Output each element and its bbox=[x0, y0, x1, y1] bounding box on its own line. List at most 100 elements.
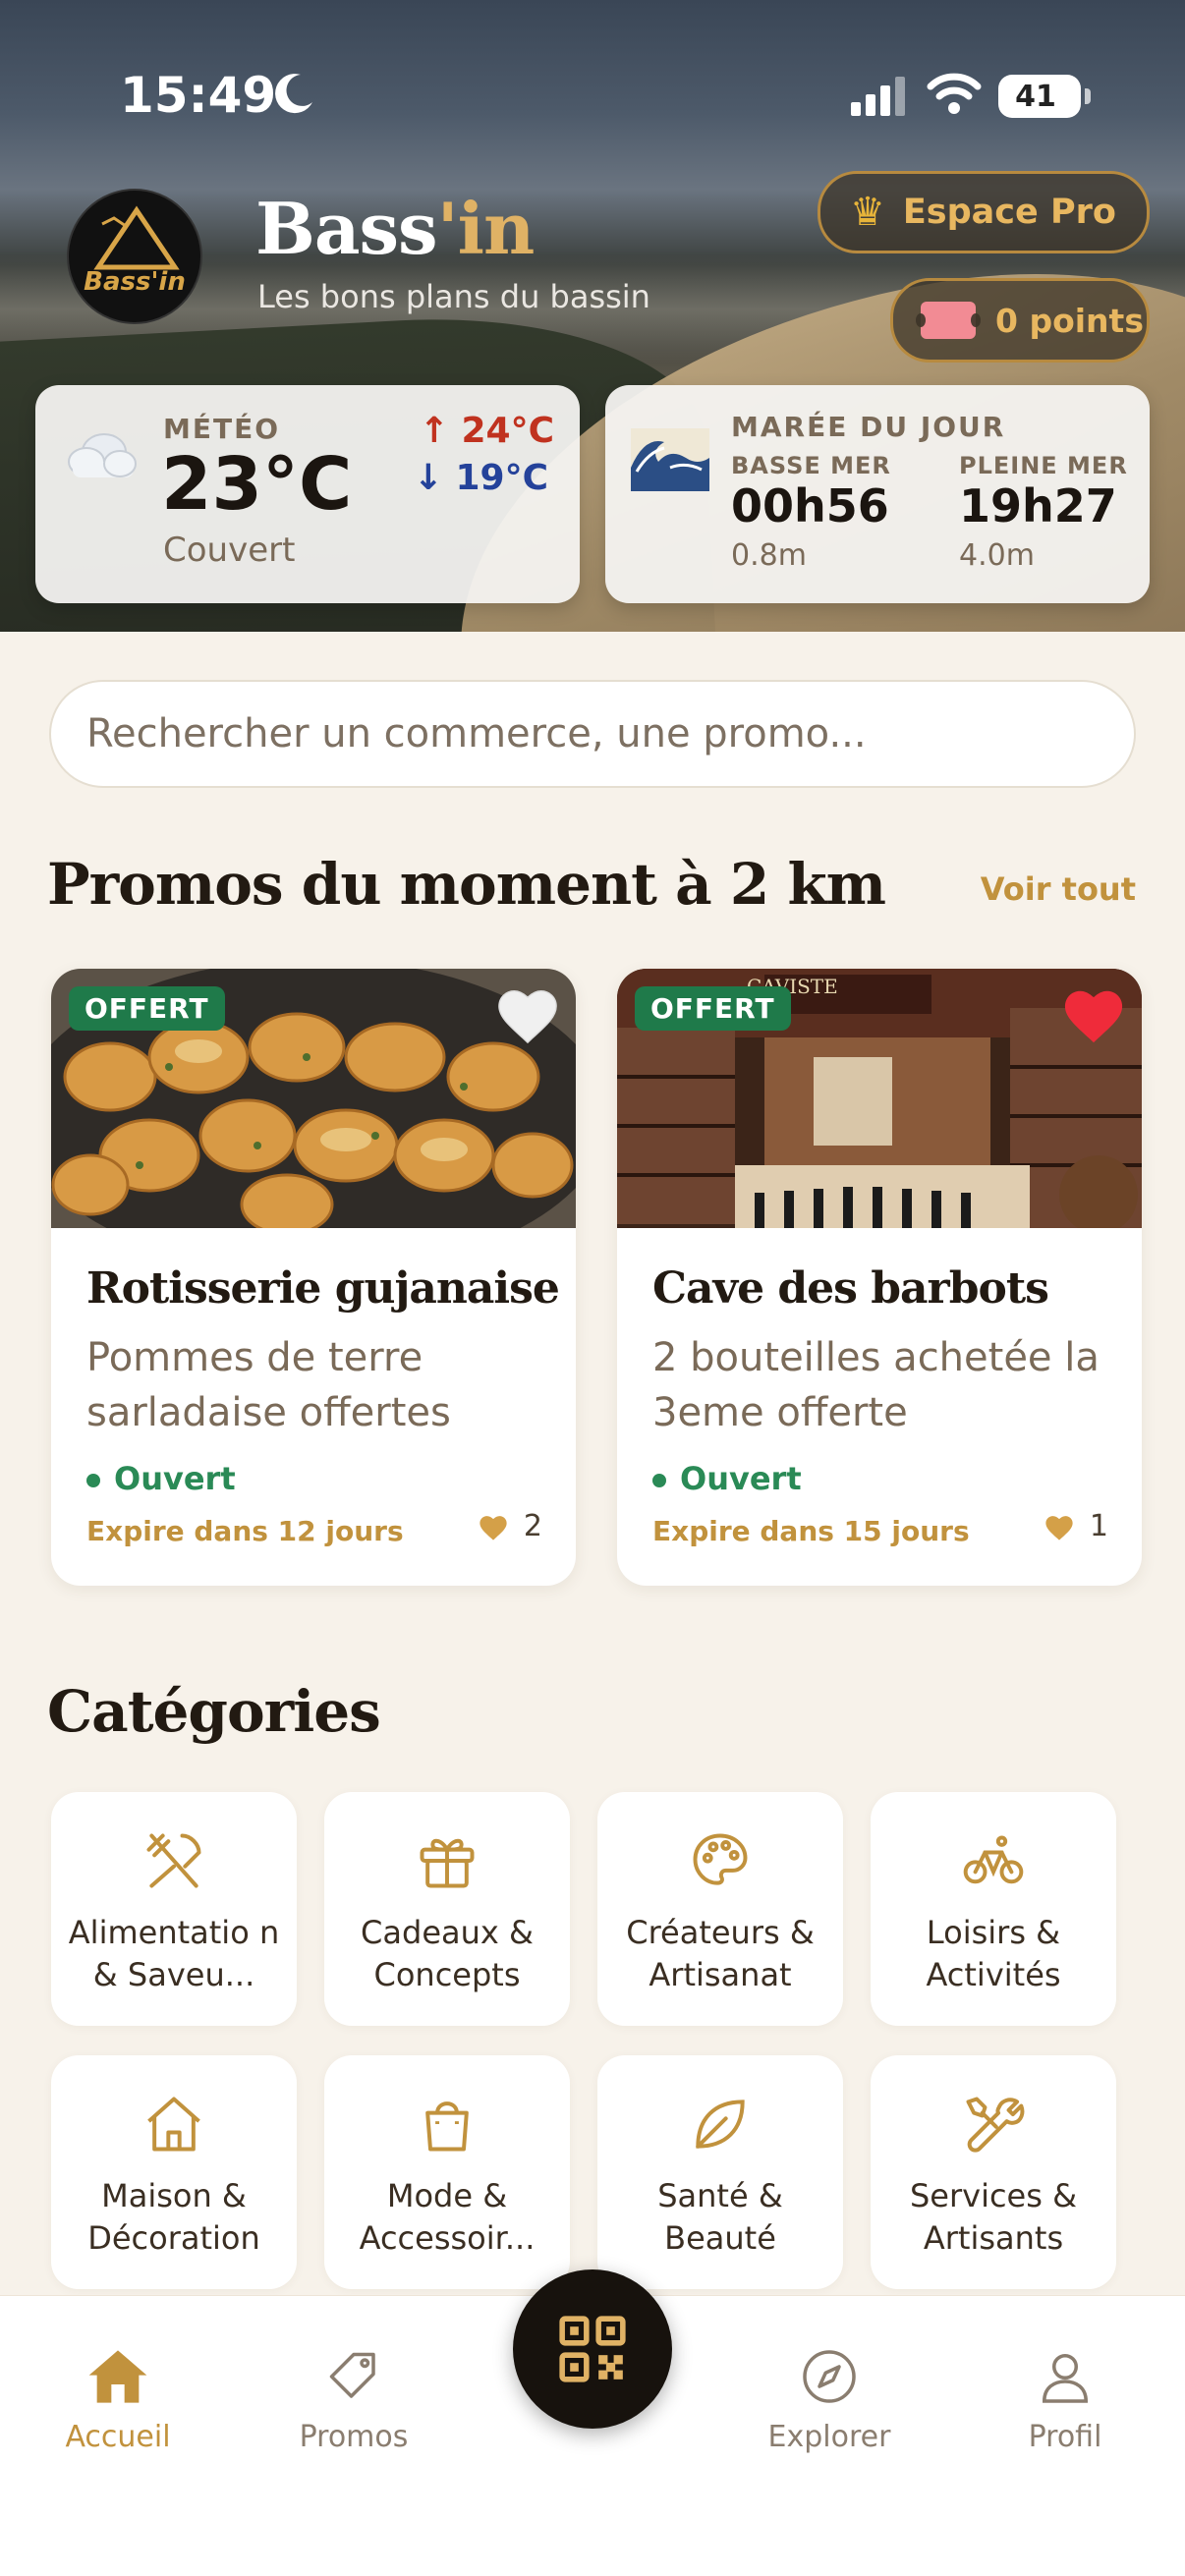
qr-code-icon bbox=[559, 2316, 626, 2382]
status-time: 15:49 bbox=[120, 67, 277, 124]
tab-profile-label: Profil bbox=[1028, 2420, 1102, 2454]
hero-banner: 15:49 41 Bass'in Bass'in Les bons plans … bbox=[0, 0, 1185, 632]
brand-accent: 'in bbox=[436, 187, 536, 270]
category-services[interactable]: Services & Artisants bbox=[871, 2055, 1116, 2289]
weather-label: MÉTÉO bbox=[163, 413, 281, 445]
brand-main: Bass bbox=[255, 187, 438, 270]
promo-card[interactable]: OFFERT Rotisserie gujanaise Pommes de te… bbox=[51, 969, 576, 1586]
weather-condition: Couvert bbox=[163, 531, 296, 570]
category-label: Maison & Décoration bbox=[87, 2177, 260, 2257]
tab-explore[interactable]: Explorer bbox=[731, 2347, 928, 2454]
promo-likes: 1 bbox=[1043, 1509, 1108, 1543]
house-icon bbox=[147, 2097, 200, 2152]
promo-shop-name: Rotisserie gujanaise bbox=[86, 1263, 560, 1314]
bike-icon bbox=[963, 1835, 1024, 1884]
category-label: Créateurs & Artisanat bbox=[626, 1914, 815, 1993]
user-icon bbox=[1042, 2354, 1089, 2403]
see-all-link[interactable]: Voir tout bbox=[981, 870, 1136, 908]
open-status: Ouvert bbox=[86, 1460, 236, 1497]
favorite-heart-icon[interactable] bbox=[493, 982, 562, 1045]
ticket-icon bbox=[916, 302, 981, 339]
category-loisirs[interactable]: Loisirs & Activités bbox=[871, 1792, 1116, 2026]
likes-count: 1 bbox=[1089, 1509, 1108, 1543]
category-createurs[interactable]: Créateurs & Artisanat bbox=[597, 1792, 843, 2026]
category-mode[interactable]: Mode & Accessoir... bbox=[324, 2055, 570, 2289]
promo-likes: 2 bbox=[477, 1509, 542, 1543]
home-icon bbox=[88, 2350, 147, 2403]
likes-count: 2 bbox=[523, 1509, 542, 1543]
promo-shop-name: Cave des barbots bbox=[652, 1263, 1049, 1314]
tide-card[interactable]: MARÉE DU JOUR BASSE MER 00h56 0.8m PLEIN… bbox=[605, 385, 1150, 603]
categories-title: Catégories bbox=[47, 1678, 381, 1745]
category-label: Mode & Accessoir... bbox=[359, 2177, 536, 2257]
offer-badge: OFFERT bbox=[635, 986, 791, 1031]
triangle-logo-icon bbox=[93, 205, 180, 270]
weather-high: ↑ 24°C bbox=[419, 411, 554, 451]
tab-profile[interactable]: Profil bbox=[967, 2347, 1163, 2454]
high-tide-label: PLEINE MER bbox=[959, 452, 1128, 479]
palette-icon bbox=[693, 1833, 748, 1885]
category-cadeaux[interactable]: Cadeaux & Concepts bbox=[324, 1792, 570, 2026]
category-label: Cadeaux & Concepts bbox=[361, 1914, 534, 1993]
brand-tagline: Les bons plans du bassin bbox=[257, 278, 650, 315]
category-label: Services & Artisants bbox=[909, 2177, 1078, 2257]
wifi-icon bbox=[927, 73, 982, 114]
tools-icon bbox=[966, 2097, 1025, 2153]
battery-indicator: 41 bbox=[998, 75, 1091, 118]
bag-icon bbox=[425, 2101, 469, 2152]
crown-icon: ♛ bbox=[850, 190, 885, 235]
high-tide-time: 19h27 bbox=[959, 479, 1117, 532]
low-tide-time: 00h56 bbox=[731, 479, 889, 532]
cloud-icon bbox=[68, 433, 137, 477]
heart-icon bbox=[1045, 1515, 1073, 1540]
category-alimentation[interactable]: Alimentatio n & Saveu... bbox=[51, 1792, 297, 2026]
wave-icon bbox=[631, 428, 709, 491]
favorite-heart-icon[interactable] bbox=[1059, 982, 1128, 1045]
search-input[interactable] bbox=[51, 682, 1134, 786]
promo-card[interactable]: CAVISTE OFFERT Cave des barbots 2 boutei… bbox=[617, 969, 1142, 1586]
utensils-icon bbox=[146, 1833, 201, 1888]
promo-photo-potatoes: OFFERT bbox=[51, 969, 576, 1228]
signal-icon bbox=[851, 77, 905, 116]
tab-home[interactable]: Accueil bbox=[20, 2347, 216, 2454]
points-button[interactable]: 0 points bbox=[890, 278, 1150, 363]
promo-expiry: Expire dans 15 jours bbox=[652, 1515, 970, 1547]
moon-icon bbox=[275, 74, 312, 114]
leaf-icon bbox=[696, 2100, 745, 2149]
category-label: Santé & Beauté bbox=[657, 2177, 783, 2257]
offer-badge: OFFERT bbox=[69, 986, 225, 1031]
weather-temperature: 23°C bbox=[161, 442, 353, 527]
points-label: 0 points bbox=[995, 301, 1144, 340]
tag-icon bbox=[329, 2352, 375, 2398]
category-sante[interactable]: Santé & Beauté bbox=[597, 2055, 843, 2289]
tab-home-label: Accueil bbox=[65, 2420, 171, 2454]
search-bar[interactable] bbox=[49, 680, 1136, 788]
tab-promos[interactable]: Promos bbox=[255, 2347, 452, 2454]
promo-description: Pommes de terre sarladaise offertes bbox=[86, 1335, 451, 1435]
espace-pro-label: Espace Pro bbox=[902, 193, 1116, 232]
promos-title: Promos du moment à 2 km bbox=[47, 851, 886, 918]
espace-pro-button[interactable]: ♛ Espace Pro bbox=[818, 171, 1150, 253]
category-label: Loisirs & Activités bbox=[926, 1914, 1061, 1993]
brand-name: Bass'in bbox=[255, 187, 536, 270]
category-label: Alimentatio n & Saveu... bbox=[68, 1914, 280, 1993]
promo-description: 2 bouteilles achetée la 3eme offerte bbox=[652, 1335, 1100, 1435]
weather-low: ↓ 19°C bbox=[413, 458, 548, 498]
promo-photo-wine-shop: CAVISTE OFFERT bbox=[617, 969, 1142, 1228]
weather-card[interactable]: MÉTÉO 23°C Couvert ↑ 24°C ↓ 19°C bbox=[35, 385, 580, 603]
heart-icon bbox=[480, 1515, 507, 1540]
high-tide-height: 4.0m bbox=[959, 538, 1035, 573]
open-status: Ouvert bbox=[652, 1460, 802, 1497]
low-tide-height: 0.8m bbox=[731, 538, 807, 573]
tab-promos-label: Promos bbox=[299, 2420, 409, 2454]
logo-text: Bass'in bbox=[84, 267, 186, 297]
tide-label: MARÉE DU JOUR bbox=[731, 411, 1006, 443]
promo-expiry: Expire dans 12 jours bbox=[86, 1515, 404, 1547]
low-tide-label: BASSE MER bbox=[731, 452, 891, 479]
app-logo: Bass'in bbox=[67, 189, 202, 324]
gift-icon bbox=[420, 1838, 475, 1888]
tab-explore-label: Explorer bbox=[767, 2420, 891, 2454]
category-maison[interactable]: Maison & Décoration bbox=[51, 2055, 297, 2289]
qr-scan-button[interactable] bbox=[513, 2269, 672, 2429]
compass-icon bbox=[803, 2350, 856, 2403]
